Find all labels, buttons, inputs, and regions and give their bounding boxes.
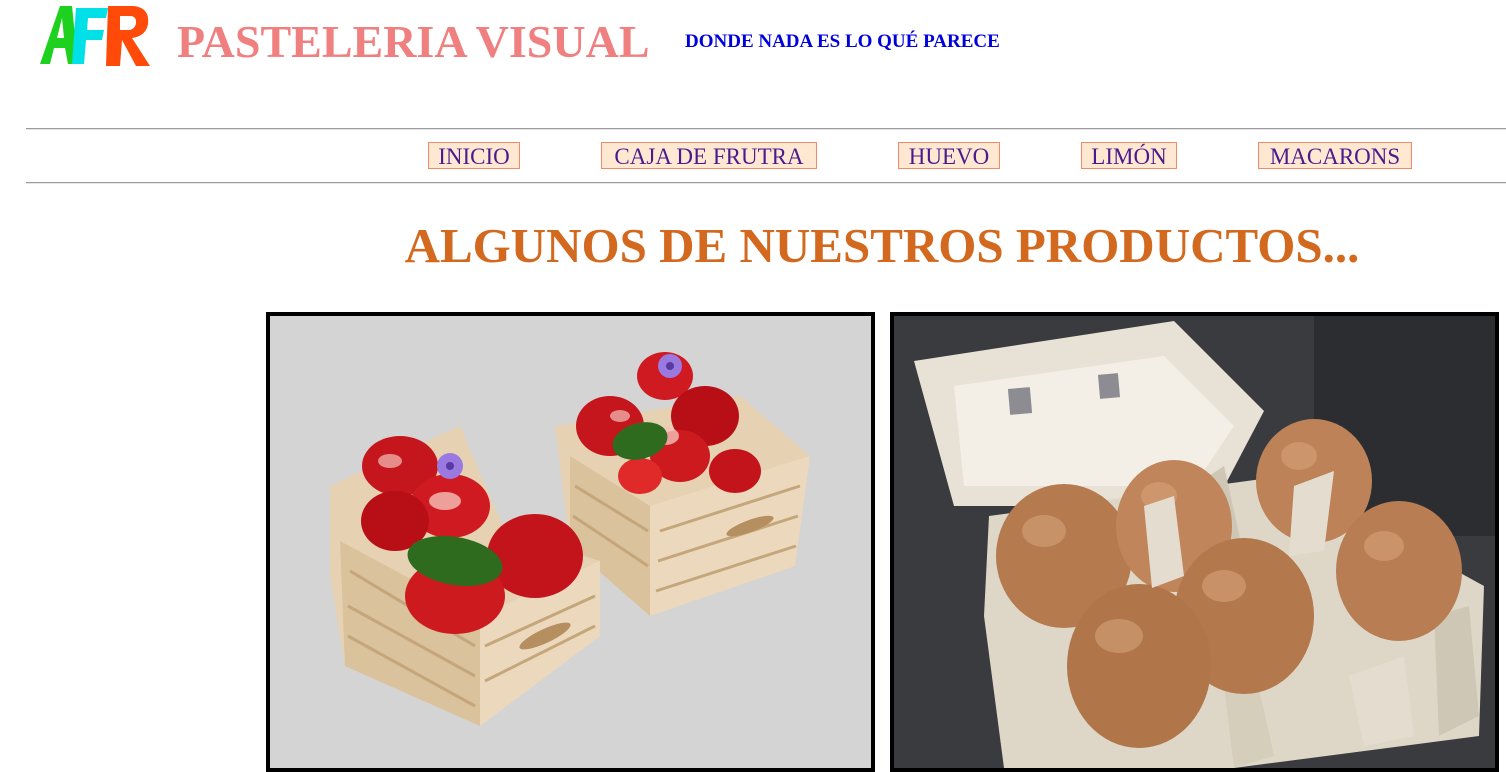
products-heading: ALGUNOS DE NUESTROS PRODUCTOS... bbox=[404, 218, 1360, 273]
product-image-egg-carton[interactable] bbox=[890, 312, 1499, 772]
product-image-strawberry-crates[interactable] bbox=[266, 312, 875, 772]
site-title: PASTELERIA VISUAL bbox=[177, 16, 650, 67]
strawberry-crates-photo bbox=[270, 316, 871, 768]
nav-link-huevo[interactable]: HUEVO bbox=[898, 142, 1000, 169]
site-logo[interactable] bbox=[38, 2, 156, 68]
nav-link-limon[interactable]: LIMÓN bbox=[1081, 142, 1177, 169]
egg-carton-photo bbox=[894, 316, 1495, 768]
nav-link-macarons[interactable]: MACARONS bbox=[1258, 142, 1412, 169]
nav-divider-top bbox=[26, 128, 1506, 130]
nav-divider-bottom bbox=[26, 182, 1506, 184]
site-tagline: DONDE NADA ES LO QUÉ PARECE bbox=[685, 31, 1000, 52]
nav-link-caja-de-frutra[interactable]: CAJA DE FRUTRA bbox=[601, 142, 817, 169]
nav-link-inicio[interactable]: INICIO bbox=[428, 142, 520, 169]
